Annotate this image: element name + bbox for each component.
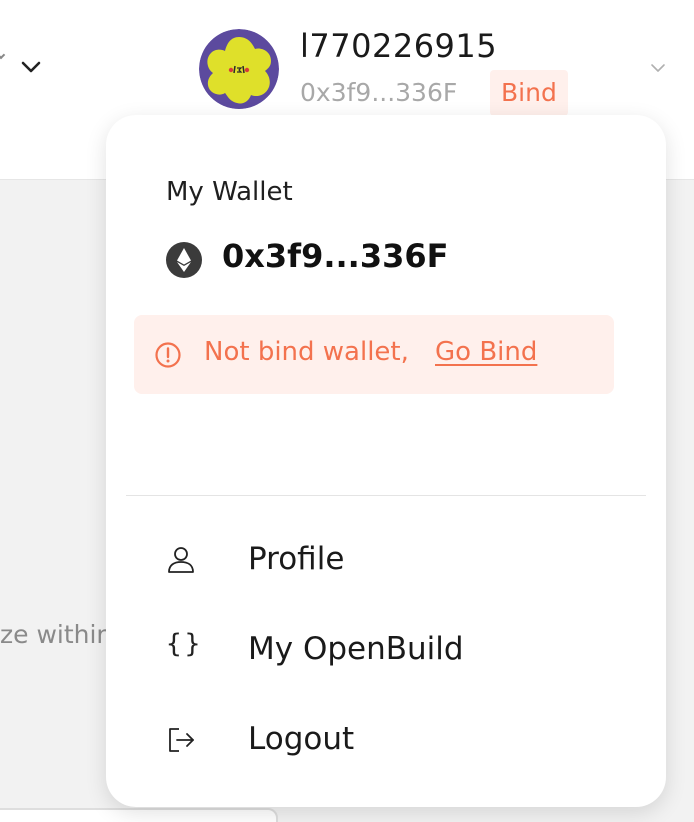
braces-icon: {}: [166, 629, 204, 659]
menu-item-label: Profile: [248, 541, 345, 577]
divider: [126, 495, 646, 496]
bind-button[interactable]: Bind: [490, 70, 568, 116]
avatar[interactable]: [199, 29, 279, 109]
wallet-address: 0x3f9...336F: [222, 237, 449, 275]
background-text: ze within: [0, 620, 113, 649]
logout-icon: [169, 728, 194, 752]
wallet-label: My Wallet: [166, 177, 293, 207]
menu-item-profile[interactable]: Profile: [106, 523, 666, 599]
alert-message: Not bind wallet,: [204, 337, 409, 367]
ethereum-icon: [166, 242, 202, 278]
menu-item-label: My OpenBuild: [248, 631, 464, 667]
user-icon: [168, 547, 194, 573]
chevron-down-icon[interactable]: [649, 59, 667, 77]
go-bind-link[interactable]: Go Bind: [435, 337, 537, 367]
menu-item-my-openbuild[interactable]: {} My OpenBuild: [106, 613, 666, 689]
menu-item-label: Logout: [248, 721, 355, 757]
bind-wallet-alert: Not bind wallet, Go Bind: [134, 315, 614, 394]
wallet-address-short: 0x3f9...336F: [300, 78, 458, 107]
account-dropdown: My Wallet 0x3f9...336F Not bind wallet, …: [106, 115, 666, 807]
menu-item-logout[interactable]: Logout: [106, 703, 666, 779]
truncated-chevron-icon: [0, 50, 6, 60]
warning-circle-icon: [155, 342, 181, 368]
app-stage: l770226915 0x3f9...336F Bind ze within M…: [0, 0, 694, 822]
chevron-down-icon[interactable]: [20, 56, 42, 78]
background-input: [0, 808, 278, 822]
username: l770226915: [300, 27, 498, 65]
